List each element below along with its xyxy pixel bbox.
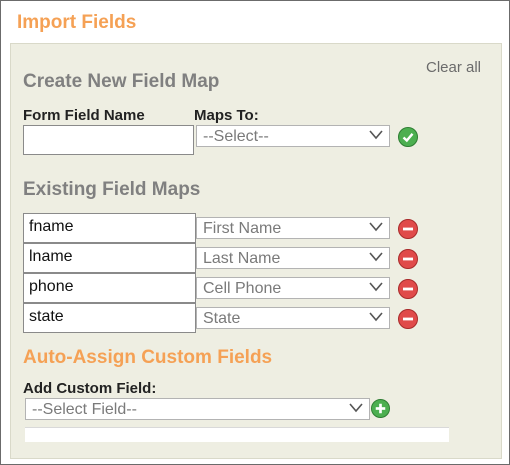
existing-maps-heading: Existing Field Maps — [23, 179, 201, 200]
minus-circle-icon[interactable] — [398, 279, 418, 299]
maps-to-select-value: First Name — [203, 220, 282, 237]
field-name-input[interactable]: phone — [23, 273, 196, 303]
custom-field-select[interactable]: --Select Field-- — [25, 398, 370, 420]
plus-circle-icon[interactable] — [371, 399, 390, 418]
minus-circle-icon[interactable] — [398, 219, 418, 239]
maps-to-select[interactable]: Cell Phone — [196, 277, 390, 299]
field-name-input[interactable]: fname — [23, 213, 196, 243]
chevron-down-icon — [369, 282, 383, 292]
panel-title: Import Fields — [17, 12, 137, 33]
form-field-name-label: Form Field Name — [23, 107, 145, 124]
maps-to-label: Maps To: — [194, 107, 259, 124]
custom-field-select-value: --Select Field-- — [32, 401, 137, 418]
create-map-heading: Create New Field Map — [23, 71, 220, 92]
chevron-down-icon — [369, 130, 383, 140]
maps-to-select-value: State — [203, 310, 241, 327]
minus-circle-icon[interactable] — [398, 309, 418, 329]
maps-to-select[interactable]: --Select-- — [196, 125, 390, 147]
chevron-down-icon — [369, 252, 383, 262]
maps-to-select[interactable]: State — [196, 307, 390, 329]
minus-circle-icon[interactable] — [398, 249, 418, 269]
maps-to-select[interactable]: First Name — [196, 217, 390, 239]
maps-to-select-value: Cell Phone — [203, 280, 282, 297]
maps-to-select-value: Last Name — [203, 250, 281, 267]
chevron-down-icon — [369, 222, 383, 232]
maps-to-select[interactable]: Last Name — [196, 247, 390, 269]
field-name-input[interactable]: lname — [23, 243, 196, 273]
form-field-name-input[interactable] — [23, 125, 194, 155]
auto-assign-heading: Auto-Assign Custom Fields — [23, 347, 273, 368]
chevron-down-icon — [349, 403, 363, 413]
clear-all-link[interactable]: Clear all — [426, 59, 481, 76]
maps-to-select-value: --Select-- — [203, 128, 269, 145]
chevron-down-icon — [369, 312, 383, 322]
field-name-input[interactable]: state — [23, 303, 196, 333]
add-custom-field-label: Add Custom Field: — [23, 380, 157, 397]
custom-fields-list — [25, 427, 449, 442]
check-circle-icon[interactable] — [398, 127, 418, 147]
